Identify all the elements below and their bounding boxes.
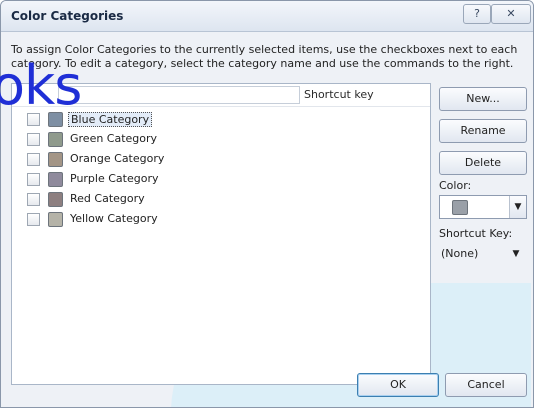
color-picker-dropdown[interactable]: ▼ xyxy=(439,195,527,219)
category-row-yellow[interactable]: Yellow Category xyxy=(12,210,430,230)
category-name-column[interactable] xyxy=(58,86,300,104)
category-row-red[interactable]: Red Category xyxy=(12,190,430,210)
shortcut-key-label: Shortcut Key: xyxy=(439,227,513,240)
category-list[interactable]: Shortcut key Blue Category Green Categor… xyxy=(11,83,431,385)
delete-button[interactable]: Delete xyxy=(439,151,527,175)
category-label[interactable]: Red Category xyxy=(68,192,147,205)
window-title: Color Categories xyxy=(11,9,124,23)
color-swatch-icon xyxy=(48,192,63,207)
category-row-green[interactable]: Green Category xyxy=(12,130,430,150)
watermark-overlay-text: oks xyxy=(0,54,82,117)
cancel-button[interactable]: Cancel xyxy=(445,373,527,397)
color-swatch-icon xyxy=(48,212,63,227)
category-label[interactable]: Purple Category xyxy=(68,172,160,185)
ok-button[interactable]: OK xyxy=(357,373,439,397)
category-checkbox[interactable] xyxy=(27,213,40,226)
title-bar[interactable]: Color Categories ? ✕ xyxy=(1,1,533,32)
category-row-purple[interactable]: Purple Category xyxy=(12,170,430,190)
category-label[interactable]: Yellow Category xyxy=(68,212,160,225)
shortcut-key-column-header: Shortcut key xyxy=(304,88,374,101)
color-swatch-icon xyxy=(48,152,63,167)
category-checkbox[interactable] xyxy=(27,193,40,206)
category-checkbox[interactable] xyxy=(27,173,40,186)
selected-color-swatch-icon xyxy=(452,200,468,215)
category-checkbox[interactable] xyxy=(27,153,40,166)
category-checkbox[interactable] xyxy=(27,133,40,146)
color-swatch-icon xyxy=(48,132,63,147)
shortcut-key-dropdown[interactable]: (None) ▼ xyxy=(439,243,525,265)
color-swatch-icon xyxy=(48,172,63,187)
instructions-text: To assign Color Categories to the curren… xyxy=(11,43,518,70)
category-label[interactable]: Orange Category xyxy=(68,152,166,165)
color-label: Color: xyxy=(439,179,472,192)
category-label[interactable]: Green Category xyxy=(68,132,159,145)
dropdown-arrow-icon[interactable]: ▼ xyxy=(509,196,526,218)
new-category-button[interactable]: New... xyxy=(439,87,527,111)
close-button[interactable]: ✕ xyxy=(491,4,531,24)
dropdown-arrow-icon[interactable]: ▼ xyxy=(509,243,523,265)
category-row-orange[interactable]: Orange Category xyxy=(12,150,430,170)
help-button[interactable]: ? xyxy=(463,4,491,24)
rename-button[interactable]: Rename xyxy=(439,119,527,143)
shortcut-key-value: (None) xyxy=(441,247,479,260)
